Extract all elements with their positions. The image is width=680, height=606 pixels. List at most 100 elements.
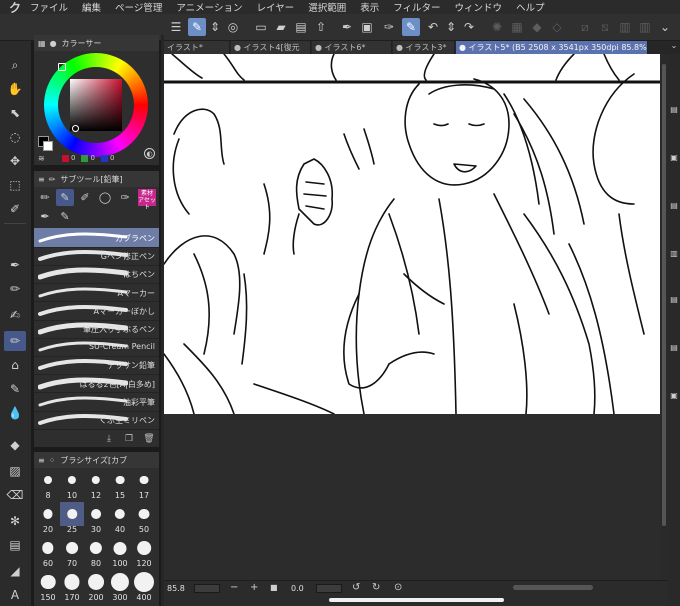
fit-screen-icon[interactable]: ■ [270, 583, 278, 592]
settings-icon[interactable]: ✺ [488, 18, 506, 36]
menu-item[interactable]: ヘルプ [516, 0, 545, 14]
brush-size-option[interactable]: 70 [60, 536, 84, 568]
zoom-in-button[interactable]: + [250, 582, 258, 593]
auto-select-icon[interactable]: ⬚ [4, 175, 26, 195]
gradient-tool-icon[interactable]: ▨ [4, 461, 26, 481]
ruler-tool-icon[interactable]: ◢ [4, 561, 26, 581]
property-icon[interactable]: ▥ [669, 248, 679, 258]
document-tab[interactable]: イラスト* [164, 41, 230, 54]
canvas-workspace[interactable] [164, 54, 660, 580]
menu-item[interactable]: フィルター [393, 0, 440, 14]
brush-item[interactable]: デッサン鉛筆 [34, 355, 159, 376]
hue-wheel[interactable] [44, 53, 148, 157]
layer-icon[interactable]: ▤ [669, 104, 679, 114]
tool-toggle-icon[interactable]: ✎ [188, 18, 206, 36]
save-icon[interactable]: ▤ [292, 18, 310, 36]
brush-item[interactable]: くぷ生ミリペン [34, 410, 159, 430]
slash-icon[interactable]: ⧄ [576, 18, 594, 36]
layer-alt-icon[interactable]: ▤ [669, 200, 679, 210]
download-icon[interactable]: ⤓ [102, 433, 116, 445]
pencil-selected-group-icon[interactable]: ✎ [56, 189, 74, 206]
document-tab[interactable]: ● イラスト5* (B5 2508 x 3541px 350dpi 85.8%) [456, 41, 648, 54]
brush-size-option[interactable]: 20 [36, 502, 60, 534]
menu-item[interactable]: ページ管理 [115, 0, 162, 14]
folder-icon[interactable]: ▣ [669, 390, 679, 400]
brush-size-option[interactable]: 60 [36, 536, 60, 568]
pencil-active-tool-icon[interactable]: ✏ [4, 331, 26, 351]
decoration-tool-icon[interactable]: ✻ [4, 511, 26, 531]
brush-size-option[interactable]: 8 [36, 468, 60, 500]
menu-item[interactable]: 表示 [360, 0, 379, 14]
brush-size-option[interactable]: 40 [108, 502, 132, 534]
stamp-tool-icon[interactable]: ⌂ [4, 355, 26, 375]
vertical-scrollbar[interactable] [660, 54, 668, 580]
eyedropper-icon[interactable]: ✐ [4, 199, 26, 219]
menu-item[interactable]: ファイル [30, 0, 68, 14]
brush-item[interactable]: Gペン修正ペン [34, 246, 159, 266]
pen-outline-icon[interactable]: ✑ [380, 18, 398, 36]
brush-size-option[interactable]: 10 [60, 468, 84, 500]
operation-tool-icon[interactable]: ⬉ [4, 103, 26, 123]
brush-size-option[interactable]: 100 [108, 536, 132, 568]
sv-marker[interactable] [72, 125, 79, 132]
hue-marker[interactable] [58, 63, 66, 71]
document-tab[interactable]: ● イラスト3* [393, 41, 455, 54]
color-panel-tab[interactable]: ▦ ● カラーサー [34, 35, 159, 51]
app-logo-icon[interactable]: ク [0, 0, 30, 15]
crop-icon[interactable]: ⧅ [596, 18, 614, 36]
brush-size-option[interactable]: 200 [84, 570, 108, 602]
text-tool-icon[interactable]: A [4, 585, 26, 605]
frame-tool-icon[interactable]: ▤ [4, 535, 26, 555]
brush-item[interactable]: カブラペン [34, 228, 159, 248]
menu-item[interactable]: 編集 [82, 0, 101, 14]
lasso-tool-icon[interactable]: ◌ [4, 127, 26, 147]
redo-arrows-icon[interactable]: ⇕ [442, 18, 460, 36]
brush-size-option[interactable]: 50 [132, 502, 156, 534]
export-icon[interactable]: ⇧ [312, 18, 330, 36]
pen-icon[interactable]: ✒ [338, 18, 356, 36]
vertical-scroll-thumb[interactable] [662, 64, 666, 526]
brush-item[interactable]: Aマーカーぼかし [34, 301, 159, 321]
pen-tool-icon[interactable]: ✒ [4, 255, 26, 275]
brush-size-tab[interactable]: ≡ ⁘ ブラシサイズ[カブ [34, 452, 159, 468]
brush-tool-icon[interactable]: ✍ [4, 305, 26, 325]
blend-tool-icon[interactable]: 💧 [4, 403, 26, 423]
menu-item[interactable]: 選択範囲 [308, 0, 346, 14]
redo-icon[interactable]: ↷ [460, 18, 478, 36]
marker-group-icon[interactable]: ✎ [56, 208, 74, 225]
eraser-tool-icon[interactable]: ⌫ [4, 485, 26, 505]
brush-size-option[interactable]: 150 [36, 570, 60, 602]
duplicate-icon[interactable]: ❐ [122, 433, 136, 445]
hamburger-menu-icon[interactable]: ☰ [167, 18, 185, 36]
drawing-canvas[interactable] [164, 54, 660, 414]
trash-icon[interactable]: 🗑 [142, 433, 156, 445]
sub-color-swatch[interactable] [43, 141, 53, 151]
move-tool-icon[interactable]: ✥ [4, 151, 26, 171]
brush-size-option[interactable]: 17 [132, 468, 156, 500]
grid-alt-icon[interactable]: ▥ [636, 18, 654, 36]
transform-icon[interactable]: ▦ [508, 18, 526, 36]
pencil-alt-group-icon[interactable]: ✐ [76, 189, 94, 206]
tabs-chevron-icon[interactable]: ⌄ [668, 41, 680, 54]
pen-active-icon[interactable]: ✎ [402, 18, 420, 36]
pencil-tool-icon[interactable]: ✏ [4, 279, 26, 299]
brush-item[interactable]: はちペン [34, 264, 159, 285]
brush-size-option[interactable]: 15 [108, 468, 132, 500]
brush-item[interactable]: Aマーカー [34, 283, 159, 303]
hand-tool-icon[interactable]: ✋ [4, 79, 26, 99]
brush-size-option[interactable]: 12 [84, 468, 108, 500]
saturation-value-square[interactable] [70, 79, 122, 131]
chevron-down-icon[interactable]: ⌄ [656, 18, 674, 36]
rotate-right-icon[interactable]: ↻ [372, 582, 380, 593]
brush-item[interactable]: 油彩平筆 [34, 392, 159, 412]
fill-tool-icon[interactable]: ◆ [4, 435, 26, 455]
zoom-out-button[interactable]: − [230, 582, 238, 593]
sort-arrows-icon[interactable]: ⇕ [206, 18, 224, 36]
fill-icon[interactable]: ◆ [528, 18, 546, 36]
brush-group-icon[interactable]: ✑ [116, 189, 134, 206]
rotation-slider[interactable] [316, 584, 342, 593]
clear-icon[interactable]: ◇ [548, 18, 566, 36]
document-tab[interactable]: ● イラスト4[復元 [231, 41, 311, 54]
image-icon[interactable]: ▣ [358, 18, 376, 36]
grid-icon[interactable]: ▥ [616, 18, 634, 36]
